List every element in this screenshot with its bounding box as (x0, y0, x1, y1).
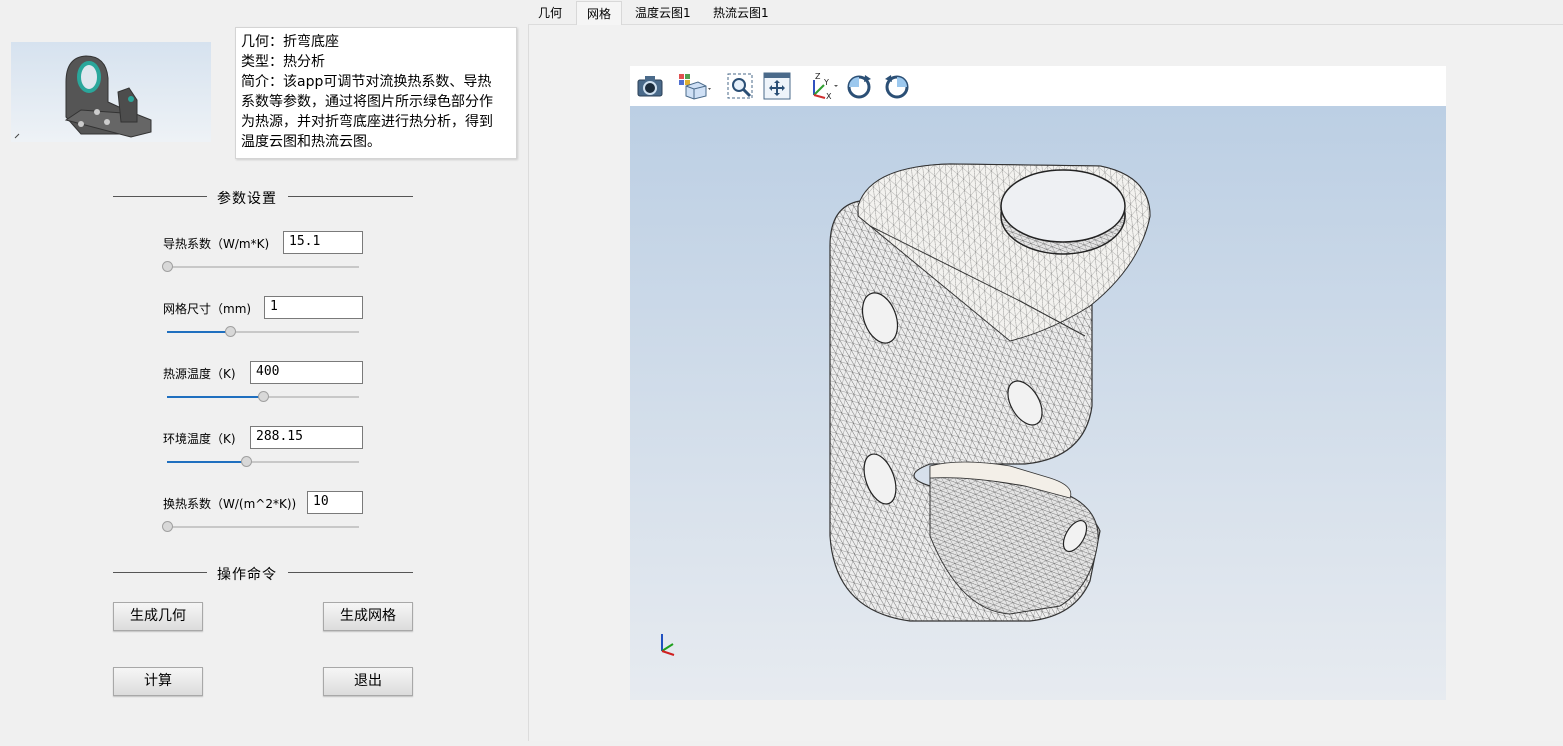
app-description-box: 几何：折弯底座 类型：热分析 简介：该app可调节对流换热系数、导热 系数等参数… (235, 27, 517, 159)
mesh-model (829, 163, 1151, 622)
slider-knob[interactable] (162, 261, 173, 272)
mesh-size-slider[interactable] (167, 326, 359, 338)
tab-heat-flux-contour[interactable]: 热流云图1 (703, 1, 779, 25)
ambient-temp-label: 环境温度（K) (163, 432, 236, 446)
info-line: 温度云图和热流云图。 (241, 134, 381, 150)
tab-mesh[interactable]: 网格 (576, 1, 623, 25)
axis-triad-icon (661, 634, 675, 656)
commands-section-title: 操作命令 (217, 567, 277, 583)
params-section-separator: 参数设置 (113, 188, 413, 207)
mesh-size-input[interactable]: 1 (264, 296, 363, 319)
bracket-thumbnail-image (14, 55, 152, 139)
ambient-temp-input[interactable]: 288.15 (250, 426, 363, 449)
model-thumbnail (11, 42, 211, 142)
generate-mesh-button[interactable]: 生成网格 (323, 602, 413, 631)
info-line: 类型：热分析 (241, 54, 325, 70)
source-temp-label: 热源温度（K) (163, 367, 236, 381)
info-line: 系数等参数，通过将图片所示绿色部分作 (241, 94, 493, 110)
slider-knob[interactable] (225, 326, 236, 337)
slider-knob[interactable] (258, 391, 269, 402)
convection-coeff-input[interactable]: 10 (307, 491, 363, 514)
info-line: 简介：该app可调节对流换热系数、导热 (241, 74, 492, 90)
separator-line (113, 572, 207, 573)
slider-knob[interactable] (241, 456, 252, 467)
convection-coeff-slider[interactable] (162, 521, 359, 533)
ambient-temp-slider[interactable] (167, 456, 359, 468)
tab-temperature-contour[interactable]: 温度云图1 (625, 1, 701, 25)
convection-coeff-label: 换热系数（W/(m^2*K)) (163, 497, 297, 511)
tab-geometry[interactable]: 几何 (528, 1, 572, 25)
separator-line (113, 196, 207, 197)
conductivity-label: 导热系数（W/m*K) (163, 237, 270, 251)
source-temp-slider[interactable] (167, 391, 359, 403)
generate-geometry-button[interactable]: 生成几何 (113, 602, 203, 631)
info-line: 几何：折弯底座 (241, 34, 339, 50)
separator-line (288, 572, 413, 573)
conductivity-input[interactable]: 15.1 (283, 231, 363, 254)
compute-button[interactable]: 计算 (113, 667, 203, 696)
separator-line (288, 196, 413, 197)
3d-viewer[interactable]: ZYX (630, 66, 1446, 700)
info-line: 为热源，并对折弯底座进行热分析，得到 (241, 114, 493, 130)
exit-button[interactable]: 退出 (323, 667, 413, 696)
source-temp-input[interactable]: 400 (250, 361, 363, 384)
conductivity-slider[interactable] (162, 261, 359, 273)
params-section-title: 参数设置 (217, 191, 277, 207)
mesh-size-label: 网格尺寸（mm) (163, 302, 252, 316)
commands-section-separator: 操作命令 (113, 564, 413, 583)
slider-knob[interactable] (162, 521, 173, 532)
